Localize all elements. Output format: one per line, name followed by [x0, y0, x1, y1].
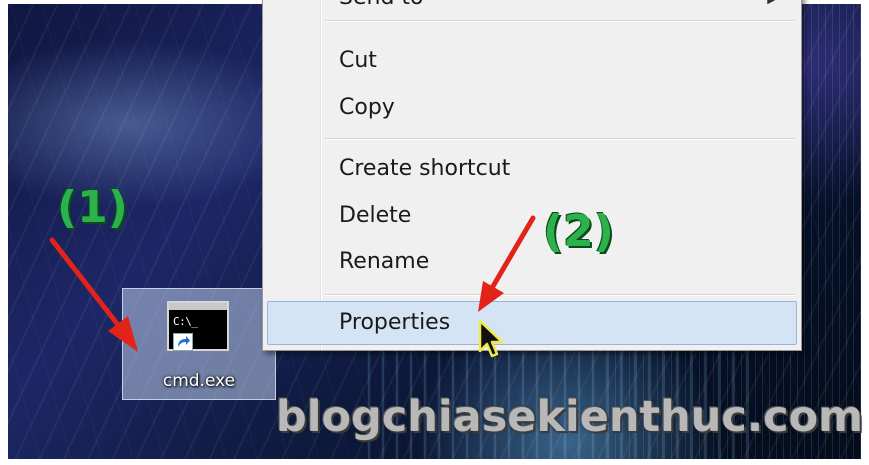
- mouse-cursor-icon: [478, 319, 504, 358]
- arrow-1-icon: [49, 237, 138, 352]
- arrow-2-icon: [478, 215, 536, 312]
- watermark-text: blogchiasekienthuc.com: [276, 392, 864, 442]
